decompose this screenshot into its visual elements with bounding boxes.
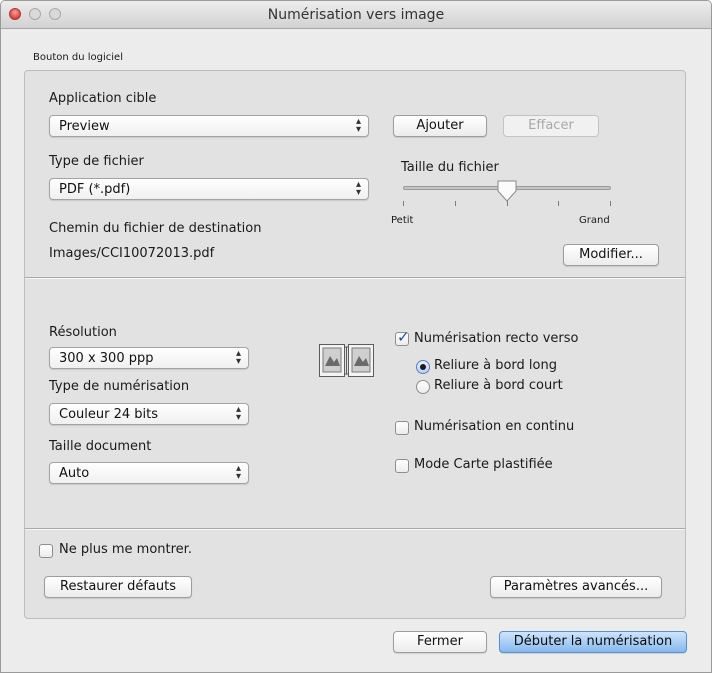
- file-size-min-label: Petit: [391, 215, 414, 226]
- continuous-scan-label: Numérisation en continu: [414, 419, 575, 434]
- file-type-label: Type de fichier: [49, 154, 144, 169]
- doc-size-label: Taille document: [49, 439, 152, 454]
- up-down-arrows-icon: ▴ ▾: [235, 348, 241, 367]
- destination-label: Chemin du fichier de destination: [49, 221, 262, 236]
- slider-tick: [455, 201, 456, 206]
- scan-type-label: Type de numérisation: [49, 379, 190, 394]
- destination-path: Images/CCI10072013.pdf: [49, 246, 215, 261]
- checkmark-icon: ✓: [397, 328, 410, 346]
- slider-tick: [558, 201, 559, 206]
- duplex-checkbox[interactable]: ✓: [395, 328, 410, 346]
- file-size-label: Taille du fichier: [401, 160, 499, 175]
- start-scan-button[interactable]: Débuter la numérisation: [499, 631, 687, 653]
- scan-type-value: Couleur 24 bits: [59, 407, 159, 422]
- up-down-arrows-icon: ▴ ▾: [235, 404, 241, 423]
- doc-size-select[interactable]: Auto ▴ ▾: [49, 462, 249, 484]
- scan-type-select[interactable]: Couleur 24 bits ▴ ▾: [49, 403, 249, 425]
- section-divider: [25, 277, 685, 279]
- title-bar: Numérisation vers image: [1, 1, 711, 29]
- software-button-label: Bouton du logiciel: [33, 52, 123, 63]
- up-down-arrows-icon: ▴ ▾: [355, 179, 361, 198]
- window-title: Numérisation vers image: [267, 7, 445, 23]
- file-type-value: PDF (*.pdf): [59, 182, 131, 197]
- up-down-arrows-icon: ▴ ▾: [355, 116, 361, 135]
- long-edge-radio[interactable]: [416, 360, 430, 374]
- short-edge-radio[interactable]: [416, 380, 430, 394]
- target-app-label: Application cible: [49, 91, 157, 106]
- short-edge-label: Reliure à bord court: [434, 378, 563, 393]
- slider-tick: [610, 201, 611, 206]
- restore-defaults-button[interactable]: Restaurer défauts: [44, 576, 192, 598]
- continuous-scan-checkbox[interactable]: [395, 421, 409, 435]
- modify-path-button[interactable]: Modifier...: [563, 244, 659, 266]
- add-app-button[interactable]: Ajouter: [393, 115, 487, 137]
- duplex-label: Numérisation recto verso: [414, 331, 579, 346]
- long-edge-label: Reliure à bord long: [434, 358, 557, 373]
- file-size-slider-thumb[interactable]: [496, 179, 518, 203]
- scan-to-image-window: Numérisation vers image Bouton du logici…: [0, 0, 712, 673]
- resolution-select[interactable]: 300 x 300 ppp ▴ ▾: [49, 347, 249, 369]
- resolution-value: 300 x 300 ppp: [59, 351, 154, 366]
- delete-app-button[interactable]: Effacer: [503, 115, 599, 137]
- slider-tick: [403, 201, 404, 206]
- plastic-card-label: Mode Carte plastifiée: [414, 457, 553, 472]
- section-divider: [25, 528, 685, 530]
- target-app-select[interactable]: Preview ▴ ▾: [49, 115, 369, 137]
- plastic-card-checkbox[interactable]: [395, 459, 409, 473]
- dont-show-label: Ne plus me montrer.: [59, 542, 192, 557]
- file-size-max-label: Grand: [579, 215, 610, 226]
- duplex-page-icon: [319, 344, 374, 377]
- file-type-select[interactable]: PDF (*.pdf) ▴ ▾: [49, 178, 369, 200]
- resolution-label: Résolution: [49, 325, 117, 340]
- slider-tick: [507, 201, 508, 206]
- close-button[interactable]: Fermer: [393, 631, 487, 653]
- dont-show-checkbox[interactable]: [39, 544, 53, 558]
- up-down-arrows-icon: ▴ ▾: [235, 463, 241, 482]
- advanced-settings-button[interactable]: Paramètres avancés...: [490, 576, 662, 598]
- doc-size-value: Auto: [59, 466, 90, 481]
- target-app-value: Preview: [59, 119, 110, 134]
